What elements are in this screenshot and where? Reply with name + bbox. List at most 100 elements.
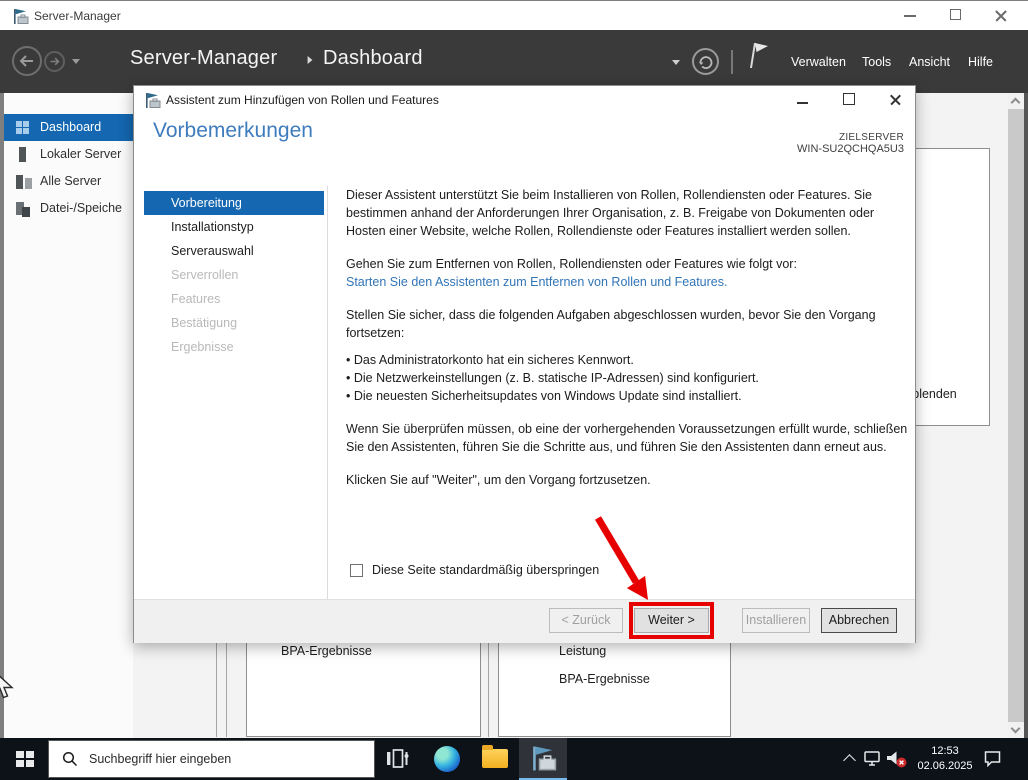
prerequisite-item: Die Netzwerkeinstellungen (z. B. statisc… [346,369,909,387]
local-server-icon [19,147,26,162]
window-close-button[interactable] [985,5,1015,27]
wizard-minimize-button[interactable] [789,90,817,110]
verify-note: Wenn Sie überprüfen müssen, ob eine der … [346,422,908,454]
network-icon[interactable] [863,750,883,768]
menu-hilfe[interactable]: Hilfe [968,55,993,69]
step-features: Features [171,292,221,306]
close-icon [994,9,1008,23]
wizard-title: Assistent zum Hinzufügen von Rollen und … [166,93,439,107]
action-center-icon[interactable] [983,749,1003,769]
window-restore-button[interactable] [940,5,970,27]
taskbar-search[interactable] [48,740,375,778]
header-divider [731,50,733,74]
cancel-button[interactable]: Abbrechen [821,608,897,633]
sidebar-item-dashboard[interactable]: Dashboard [4,114,133,141]
tile-divider [216,643,217,737]
mouse-cursor [0,675,14,699]
tile-row-bpa[interactable]: BPA-Ergebnisse [281,644,372,658]
flag-icon[interactable] [744,40,770,70]
remove-roles-link[interactable]: Starten Sie den Assistenten zum Entferne… [346,275,727,289]
tile-divider [226,643,227,737]
refresh-icon [699,56,713,69]
sidebar-item-lokaler-server[interactable]: Lokaler Server [4,141,133,168]
clock[interactable]: 12:53 02.06.2025 [905,744,985,774]
wizard-page-heading: Vorbemerkungen [153,119,313,142]
nav-dropdown-icon[interactable] [72,59,80,64]
server-manager-icon [14,9,29,24]
prerequisite-list: Das Administratorkonto hat ein sicheres … [346,351,909,405]
clock-date: 02.06.2025 [917,760,973,772]
scroll-up-button[interactable] [1008,93,1024,109]
notifications-dropdown-icon[interactable] [672,60,680,65]
breadcrumb-current[interactable]: Dashboard [323,47,423,70]
server-manager-taskbar-button[interactable] [519,738,567,780]
wizard-titlebar: Assistent zum Hinzufügen von Rollen und … [134,86,915,114]
prerequisite-item: Das Administratorkonto hat ein sicheres … [346,351,909,369]
menu-tools[interactable]: Tools [862,55,891,69]
install-button: Installieren [742,608,810,633]
target-server-label: ZIELSERVER [838,132,904,143]
breadcrumb-root[interactable]: Server-Manager [130,47,277,70]
wizard-close-button[interactable] [881,90,909,110]
windows-logo-icon [16,751,34,767]
server-manager-header: Server-Manager Dashboard Verwalten Tools… [0,30,1028,93]
main-window-titlebar: Server-Manager [0,0,1028,30]
refresh-button[interactable] [692,48,719,75]
back-button[interactable] [12,46,42,76]
file-storage-icon [16,202,30,217]
edge-icon [434,746,460,772]
tile-divider [488,643,489,737]
step-ergebnisse: Ergebnisse [171,340,234,354]
tile-row-leistung[interactable]: Leistung [559,644,606,658]
skip-page-checkbox[interactable] [350,563,363,577]
back-arrow-icon [19,55,33,67]
intro-paragraph: Dieser Assistent unterstützt Sie beim In… [346,188,875,238]
server-manager-icon [533,746,557,771]
file-explorer-button[interactable] [471,738,519,780]
nav-divider [327,186,328,599]
sidebar: Dashboard Lokaler Server Alle Server Dat… [4,93,133,738]
breadcrumb-separator-icon [307,56,313,64]
restore-icon [950,6,964,20]
forward-arrow-icon [50,57,60,66]
edge-button[interactable] [423,738,471,780]
step-installationstyp[interactable]: Installationstyp [144,215,324,239]
task-view-icon [387,749,409,768]
start-button[interactable] [0,738,48,780]
clock-time: 12:53 [931,745,959,757]
window-minimize-button[interactable] [895,5,925,27]
maximize-icon [843,93,855,105]
tile-row-bpa[interactable]: BPA-Ergebnisse [559,672,650,686]
close-icon [889,93,902,106]
step-serverrollen: Serverrollen [171,268,239,282]
desktop: Server-Manager Server-Manager Dashboard [0,0,1028,780]
dashboard-icon [16,121,30,134]
hidden-icons-chevron[interactable] [843,754,856,767]
wizard-maximize-button[interactable] [835,90,863,110]
step-vorbereitung[interactable]: Vorbereitung [144,191,324,215]
minimize-icon [797,102,808,104]
task-view-button[interactable] [374,738,422,780]
taskbar: 12:53 02.06.2025 [0,738,1028,780]
search-input[interactable] [87,751,361,767]
minimize-icon [904,15,916,17]
target-server-block: ZIELSERVER WIN-SU2QCHQA5U3 [797,132,904,155]
sidebar-item-datei-speicherdienste[interactable]: Datei-/Speiche [4,195,133,222]
remove-intro: Gehen Sie zum Entfernen von Rollen, Roll… [346,257,797,271]
chevron-down-icon [1010,723,1021,734]
all-servers-icon [16,175,32,189]
step-serverauswahl[interactable]: Serverauswahl [144,239,324,263]
scroll-down-button[interactable] [1008,722,1024,738]
sidebar-item-alle-server[interactable]: Alle Server [4,168,133,195]
wizard-body: Dieser Assistent unterstützt Sie beim In… [346,186,909,504]
forward-button[interactable] [44,51,65,72]
tasks-intro: Stellen Sie sicher, dass die folgenden A… [346,308,876,340]
menu-ansicht[interactable]: Ansicht [909,55,950,69]
server-manager-icon [146,93,161,108]
annotation-arrow [594,516,648,600]
search-icon [62,751,78,767]
window-title: Server-Manager [34,9,121,23]
file-explorer-icon [482,745,508,768]
menu-verwalten[interactable]: Verwalten [791,55,846,69]
vertical-scrollbar[interactable] [1008,93,1024,738]
